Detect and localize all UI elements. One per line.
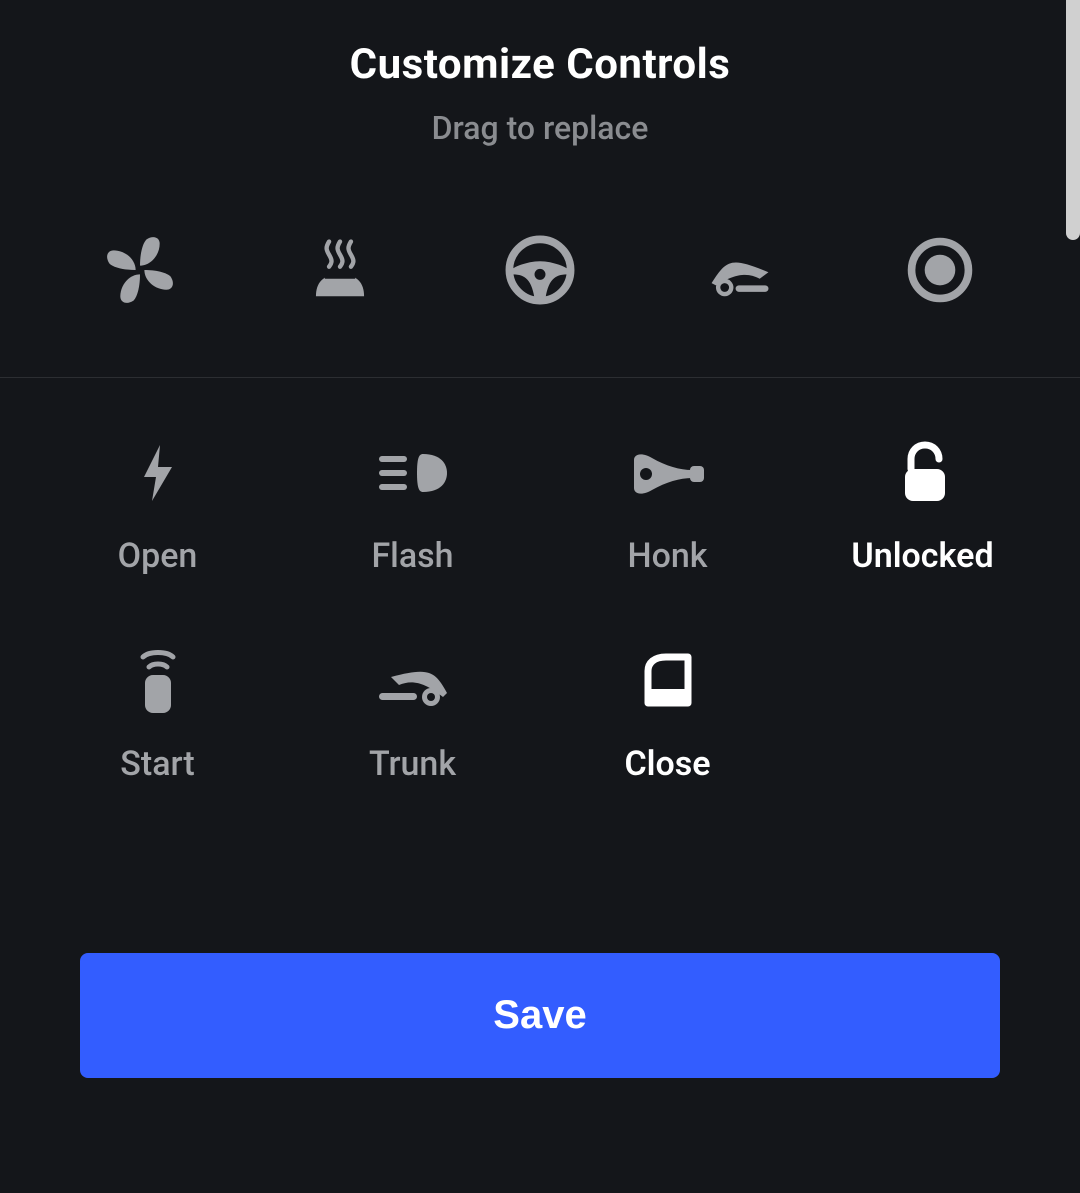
control-label: Flash	[371, 536, 453, 576]
fan-control[interactable]	[105, 237, 175, 307]
page-title: Customize Controls	[0, 0, 1080, 89]
frunk-control[interactable]	[705, 237, 775, 307]
control-trunk[interactable]: Trunk	[285, 646, 540, 784]
window-icon	[636, 646, 700, 716]
control-open[interactable]: Open	[30, 438, 285, 576]
source-controls-row	[0, 147, 1080, 378]
save-button[interactable]: Save	[80, 953, 1000, 1078]
defrost-icon	[305, 235, 375, 309]
control-label: Open	[118, 536, 198, 576]
scrollbar[interactable]	[1066, 0, 1080, 240]
control-label: Start	[120, 744, 194, 784]
record-control[interactable]	[905, 237, 975, 307]
steering-wheel-control[interactable]	[505, 237, 575, 307]
control-label: Unlocked	[851, 536, 993, 576]
fan-icon	[105, 235, 175, 309]
control-label: Close	[624, 744, 710, 784]
steering-wheel-icon	[505, 235, 575, 309]
page-subtitle: Drag to replace	[0, 109, 1080, 147]
control-flash[interactable]: Flash	[285, 438, 540, 576]
unlock-icon	[891, 438, 955, 508]
record-circle-icon	[905, 235, 975, 309]
assigned-controls-grid: Open Flash Honk	[0, 378, 1080, 784]
control-unlocked[interactable]: Unlocked	[795, 438, 1050, 576]
control-start[interactable]: Start	[30, 646, 285, 784]
charge-port-icon	[138, 438, 178, 508]
control-label: Trunk	[369, 744, 456, 784]
defrost-control[interactable]	[305, 237, 375, 307]
trunk-icon	[373, 646, 453, 716]
customize-controls-panel: Customize Controls Drag to replace	[0, 0, 1080, 1193]
control-close[interactable]: Close	[540, 646, 795, 784]
control-label: Honk	[627, 536, 707, 576]
remote-start-icon	[133, 646, 183, 716]
frunk-icon	[705, 235, 775, 309]
control-honk[interactable]: Honk	[540, 438, 795, 576]
headlights-icon	[373, 438, 453, 508]
horn-icon	[628, 438, 708, 508]
